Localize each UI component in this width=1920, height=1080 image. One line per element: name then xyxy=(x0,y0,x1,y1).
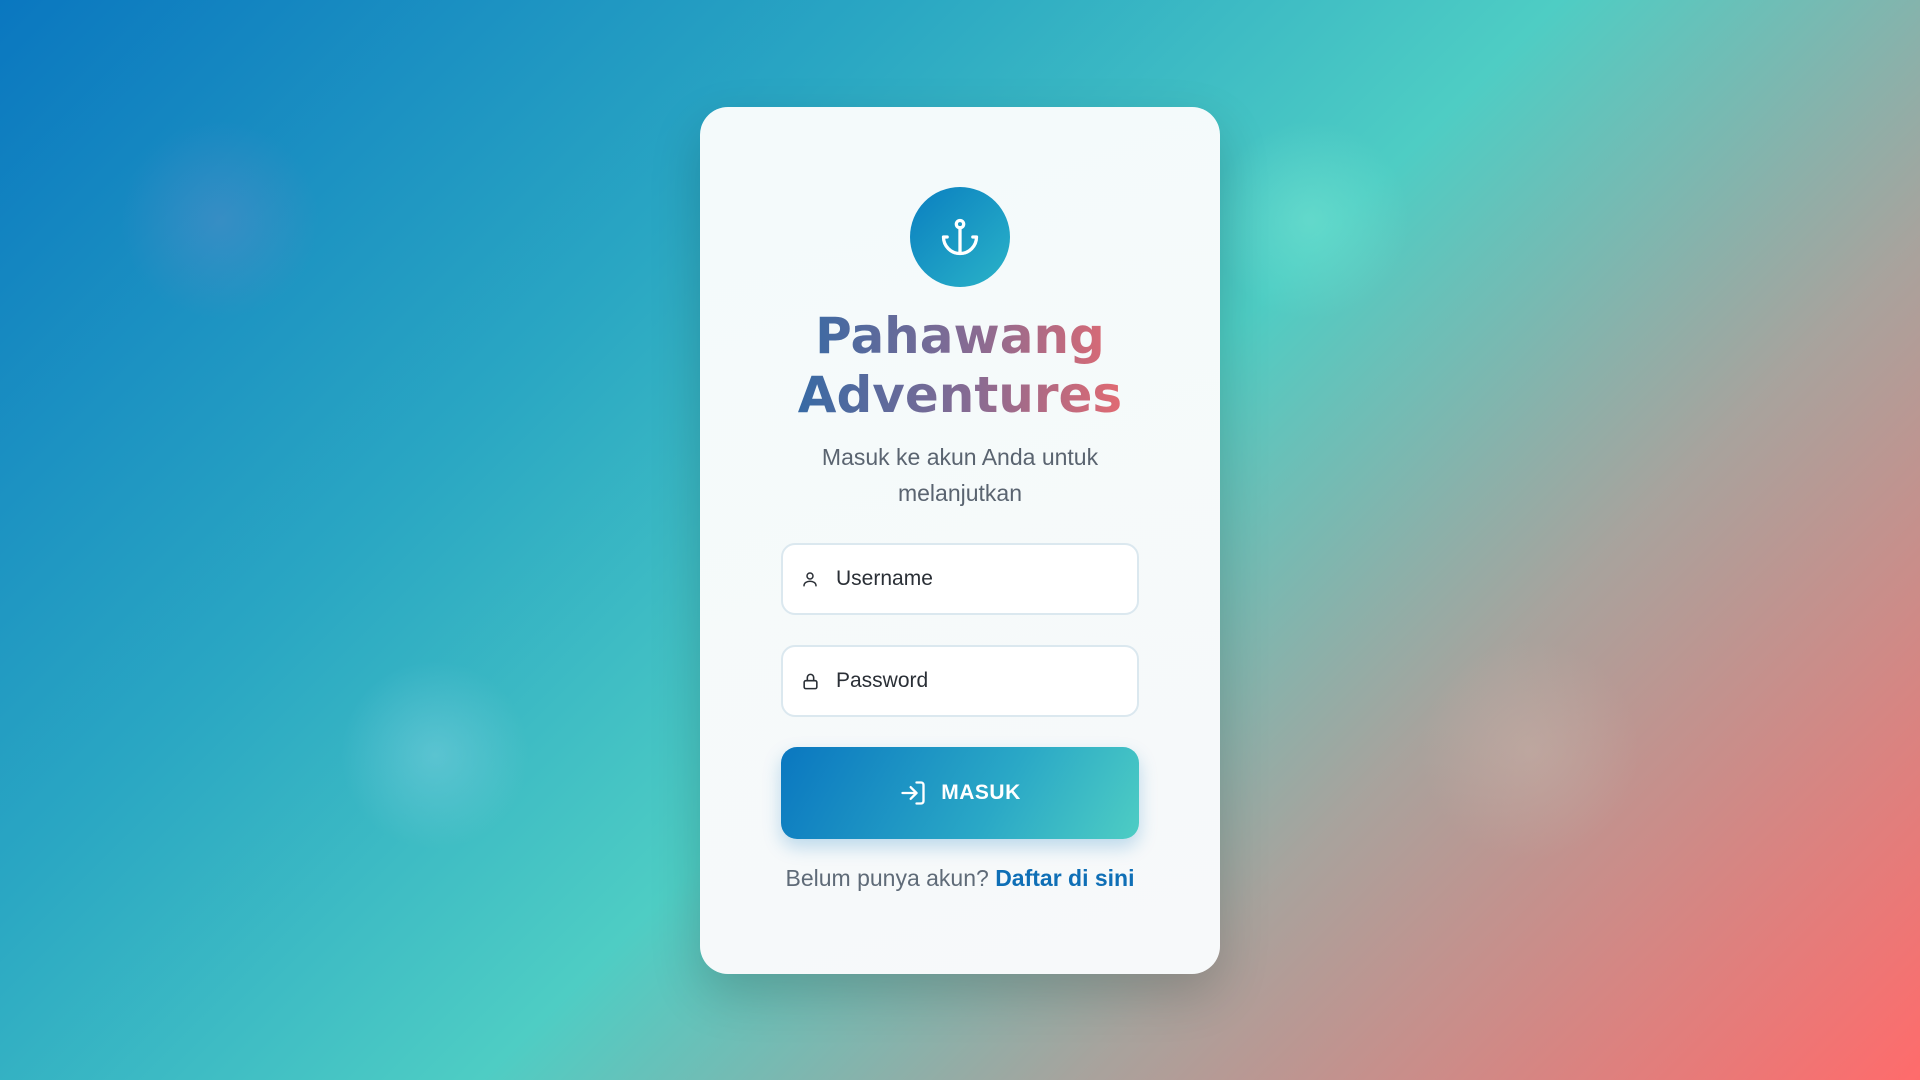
username-field[interactable] xyxy=(781,543,1139,615)
background-blob xyxy=(120,120,320,320)
username-input[interactable] xyxy=(836,567,1116,591)
anchor-icon xyxy=(941,218,979,256)
background-blob xyxy=(1210,120,1410,320)
register-prompt-text: Belum punya akun? xyxy=(785,865,989,891)
login-button[interactable]: MASUK xyxy=(781,747,1139,839)
app-title: Pahawang Adventures xyxy=(780,307,1140,425)
login-icon xyxy=(899,779,927,807)
register-prompt: Belum punya akun? Daftar di sini xyxy=(785,865,1134,892)
lock-icon xyxy=(799,670,821,692)
background-blob xyxy=(1420,640,1640,860)
login-card: Pahawang Adventures Masuk ke akun Anda u… xyxy=(700,107,1220,974)
logo xyxy=(910,187,1010,287)
login-form: MASUK xyxy=(781,511,1139,839)
app-subtitle: Masuk ke akun Anda untuk melanjutkan xyxy=(821,444,1099,506)
register-link[interactable]: Daftar di sini xyxy=(995,865,1134,891)
login-button-label: MASUK xyxy=(941,781,1021,804)
password-field[interactable] xyxy=(781,645,1139,717)
background-blob xyxy=(340,660,530,850)
user-icon xyxy=(799,568,821,590)
password-input[interactable] xyxy=(836,669,1116,693)
